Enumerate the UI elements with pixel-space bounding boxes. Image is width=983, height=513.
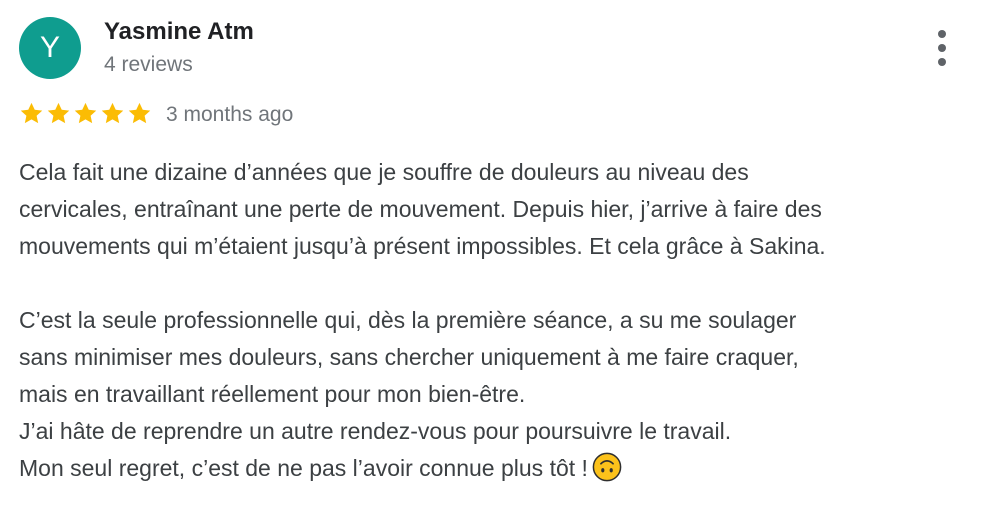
review-text-line: Mon seul regret, c’est de ne pas l’avoir… [19, 455, 588, 481]
star-rating [19, 101, 152, 129]
more-vert-icon-dot [938, 58, 946, 66]
review-text-line: C’est la seule professionnelle qui, dès … [19, 307, 797, 333]
review-text-line: cervicales, entraînant une perte de mouv… [19, 196, 822, 222]
review-text-line: mouvements qui m’étaient jusqu’à présent… [19, 233, 826, 259]
star-icon [47, 102, 70, 124]
avatar[interactable]: Y [19, 17, 81, 79]
review-text-line: sans minimiser mes douleurs, sans cherch… [19, 344, 799, 370]
review-text-last-line-wrapper: Mon seul regret, c’est de ne pas l’avoir… [19, 450, 974, 487]
review-text-line: J’ai hâte de reprendre un autre rendez-v… [19, 418, 732, 444]
star-icon [128, 102, 151, 124]
review-text-line: mais en travaillant réellement pour mon … [19, 381, 526, 407]
star-icon [20, 102, 43, 124]
more-vert-icon [938, 30, 946, 38]
more-options-button[interactable] [928, 28, 956, 68]
review-blank-line [19, 265, 974, 302]
review-text-line: Cela fait une dizaine d’années que je so… [19, 159, 749, 185]
review-date: 3 months ago [166, 103, 294, 126]
review-text: Cela fait une dizaine d’années que je so… [19, 154, 974, 487]
review-card: Y Yasmine Atm 4 reviews 3 months ago Cel… [0, 0, 983, 513]
upside-down-face-emoji-icon [592, 452, 622, 482]
more-vert-icon-dot [938, 44, 946, 52]
star-icon [74, 102, 97, 124]
author-name[interactable]: Yasmine Atm [104, 17, 254, 47]
star-icon [101, 102, 124, 124]
review-count[interactable]: 4 reviews [104, 52, 193, 78]
